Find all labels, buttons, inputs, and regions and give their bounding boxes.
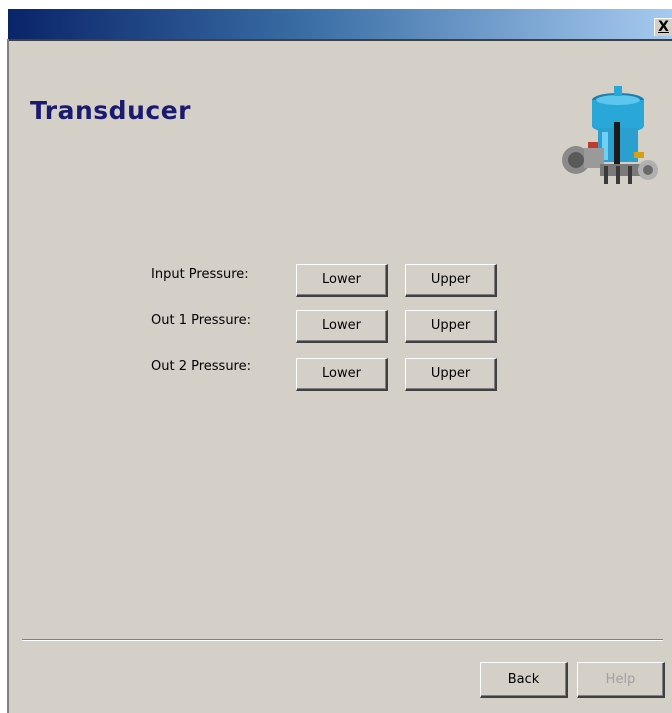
back-button[interactable]: Back — [480, 662, 568, 698]
valve-actuator-image — [562, 86, 658, 184]
transducer-window: X Transducer Input Pressure: Lower Upper… — [0, 0, 672, 713]
footer-separator — [22, 639, 663, 641]
help-button: Help — [577, 662, 665, 698]
title-bar[interactable] — [8, 9, 672, 39]
out1-pressure-lower-button[interactable]: Lower — [296, 310, 388, 343]
out2-pressure-upper-button[interactable]: Upper — [405, 358, 497, 391]
window-left-border — [7, 39, 9, 713]
input-pressure-label: Input Pressure: — [151, 267, 249, 282]
out2-pressure-label: Out 2 Pressure: — [151, 359, 251, 374]
page-title: Transducer — [30, 96, 191, 125]
input-pressure-lower-button[interactable]: Lower — [296, 264, 388, 297]
out2-pressure-lower-button[interactable]: Lower — [296, 358, 388, 391]
title-bar-divider — [8, 39, 672, 41]
close-button[interactable]: X — [654, 18, 672, 36]
out1-pressure-label: Out 1 Pressure: — [151, 313, 251, 328]
input-pressure-upper-button[interactable]: Upper — [405, 264, 497, 297]
out1-pressure-upper-button[interactable]: Upper — [405, 310, 497, 343]
top-margin — [0, 0, 672, 9]
